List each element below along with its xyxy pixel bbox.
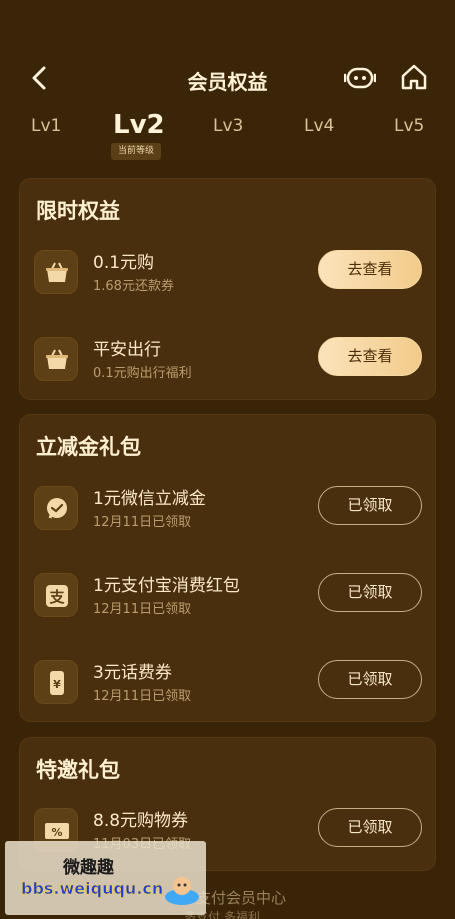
claimed-button[interactable]: 已领取: [318, 660, 422, 699]
list-item: ¥ 3元话费券 12月11日已领取 已领取: [20, 654, 437, 714]
item-subtitle: 12月11日已领取: [93, 602, 192, 617]
claimed-button[interactable]: 已领取: [318, 573, 422, 612]
svg-text:%: %: [51, 826, 62, 839]
list-item: 1元微信立减金 12月11日已领取 已领取: [20, 480, 437, 540]
phone-yen-icon: ¥: [50, 671, 64, 695]
item-subtitle: 12月11日已领取: [93, 689, 192, 704]
item-title: 0.1元购: [93, 253, 155, 273]
watermark-title: 微趣趣: [63, 858, 114, 878]
view-button[interactable]: 去查看: [318, 250, 422, 289]
watermark-url: bbs.weiququ.cn: [21, 879, 164, 899]
home-icon[interactable]: [400, 63, 428, 91]
item-subtitle: 12月11日已领取: [93, 515, 192, 530]
item-title: 3元话费券: [93, 663, 172, 683]
mascot-icon: [165, 877, 199, 905]
level-tabs: Lv1 Lv2 Lv3 Lv4 Lv5: [0, 110, 455, 160]
item-subtitle: 1.68元还款券: [93, 279, 174, 294]
basket-icon: [46, 349, 68, 369]
card-title: 限时权益: [36, 199, 120, 223]
tab-lv1[interactable]: Lv1: [31, 116, 61, 136]
claimed-button[interactable]: 已领取: [318, 486, 422, 525]
item-title: 8.8元购物券: [93, 811, 189, 831]
claimed-button[interactable]: 已领取: [318, 808, 422, 847]
list-item: 平安出行 0.1元购出行福利 去查看: [20, 331, 437, 391]
card-title: 特邀礼包: [36, 758, 120, 782]
svg-text:支: 支: [48, 588, 65, 606]
basket-icon: [46, 262, 68, 282]
view-button[interactable]: 去查看: [318, 337, 422, 376]
current-level-badge: 当前等级: [111, 143, 161, 160]
footer-link[interactable]: 支付会员中心: [196, 887, 286, 908]
wechat-icon: [47, 498, 67, 519]
tab-lv4[interactable]: Lv4: [304, 116, 334, 136]
list-item: 0.1元购 1.68元还款券 去查看: [20, 244, 437, 304]
customer-service-robot-icon[interactable]: [344, 64, 376, 92]
svg-text:¥: ¥: [53, 678, 61, 691]
list-item: 支 1元支付宝消费红包 12月11日已领取 已领取: [20, 567, 437, 627]
item-title: 1元支付宝消费红包: [93, 576, 240, 596]
card-title: 立减金礼包: [36, 435, 141, 459]
top-bar: 会员权益 Lv1 Lv2 Lv3 Lv4 Lv5: [0, 0, 455, 160]
tab-lv5[interactable]: Lv5: [394, 116, 424, 136]
item-title: 平安出行: [93, 340, 161, 360]
item-title: 1元微信立减金: [93, 489, 206, 509]
watermark: 微趣趣 bbs.weiququ.cn: [5, 841, 206, 915]
alipay-icon: 支: [46, 585, 68, 607]
item-subtitle: 0.1元购出行福利: [93, 366, 192, 381]
limited-benefits-card: 限时权益 0.1元购 1.68元还款券 去查看 平安出行 0.1元购出行福利 去…: [19, 178, 436, 400]
discount-gift-card: 立减金礼包 1元微信立减金 12月11日已领取 已领取 支 1元支付宝消费红包 …: [19, 414, 436, 722]
page-title: 会员权益: [187, 70, 268, 94]
tab-lv2[interactable]: Lv2: [113, 110, 165, 140]
tab-lv3[interactable]: Lv3: [213, 116, 243, 136]
